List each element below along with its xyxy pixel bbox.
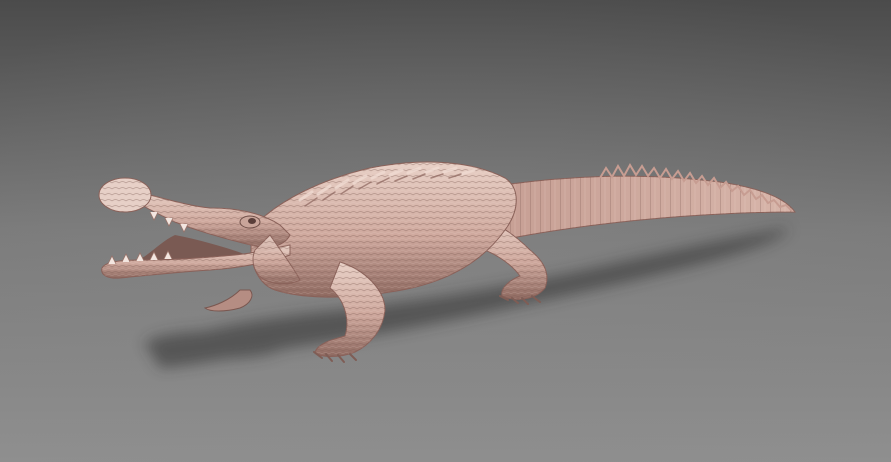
render-viewport: [0, 0, 891, 462]
render-canvas: [0, 0, 891, 462]
